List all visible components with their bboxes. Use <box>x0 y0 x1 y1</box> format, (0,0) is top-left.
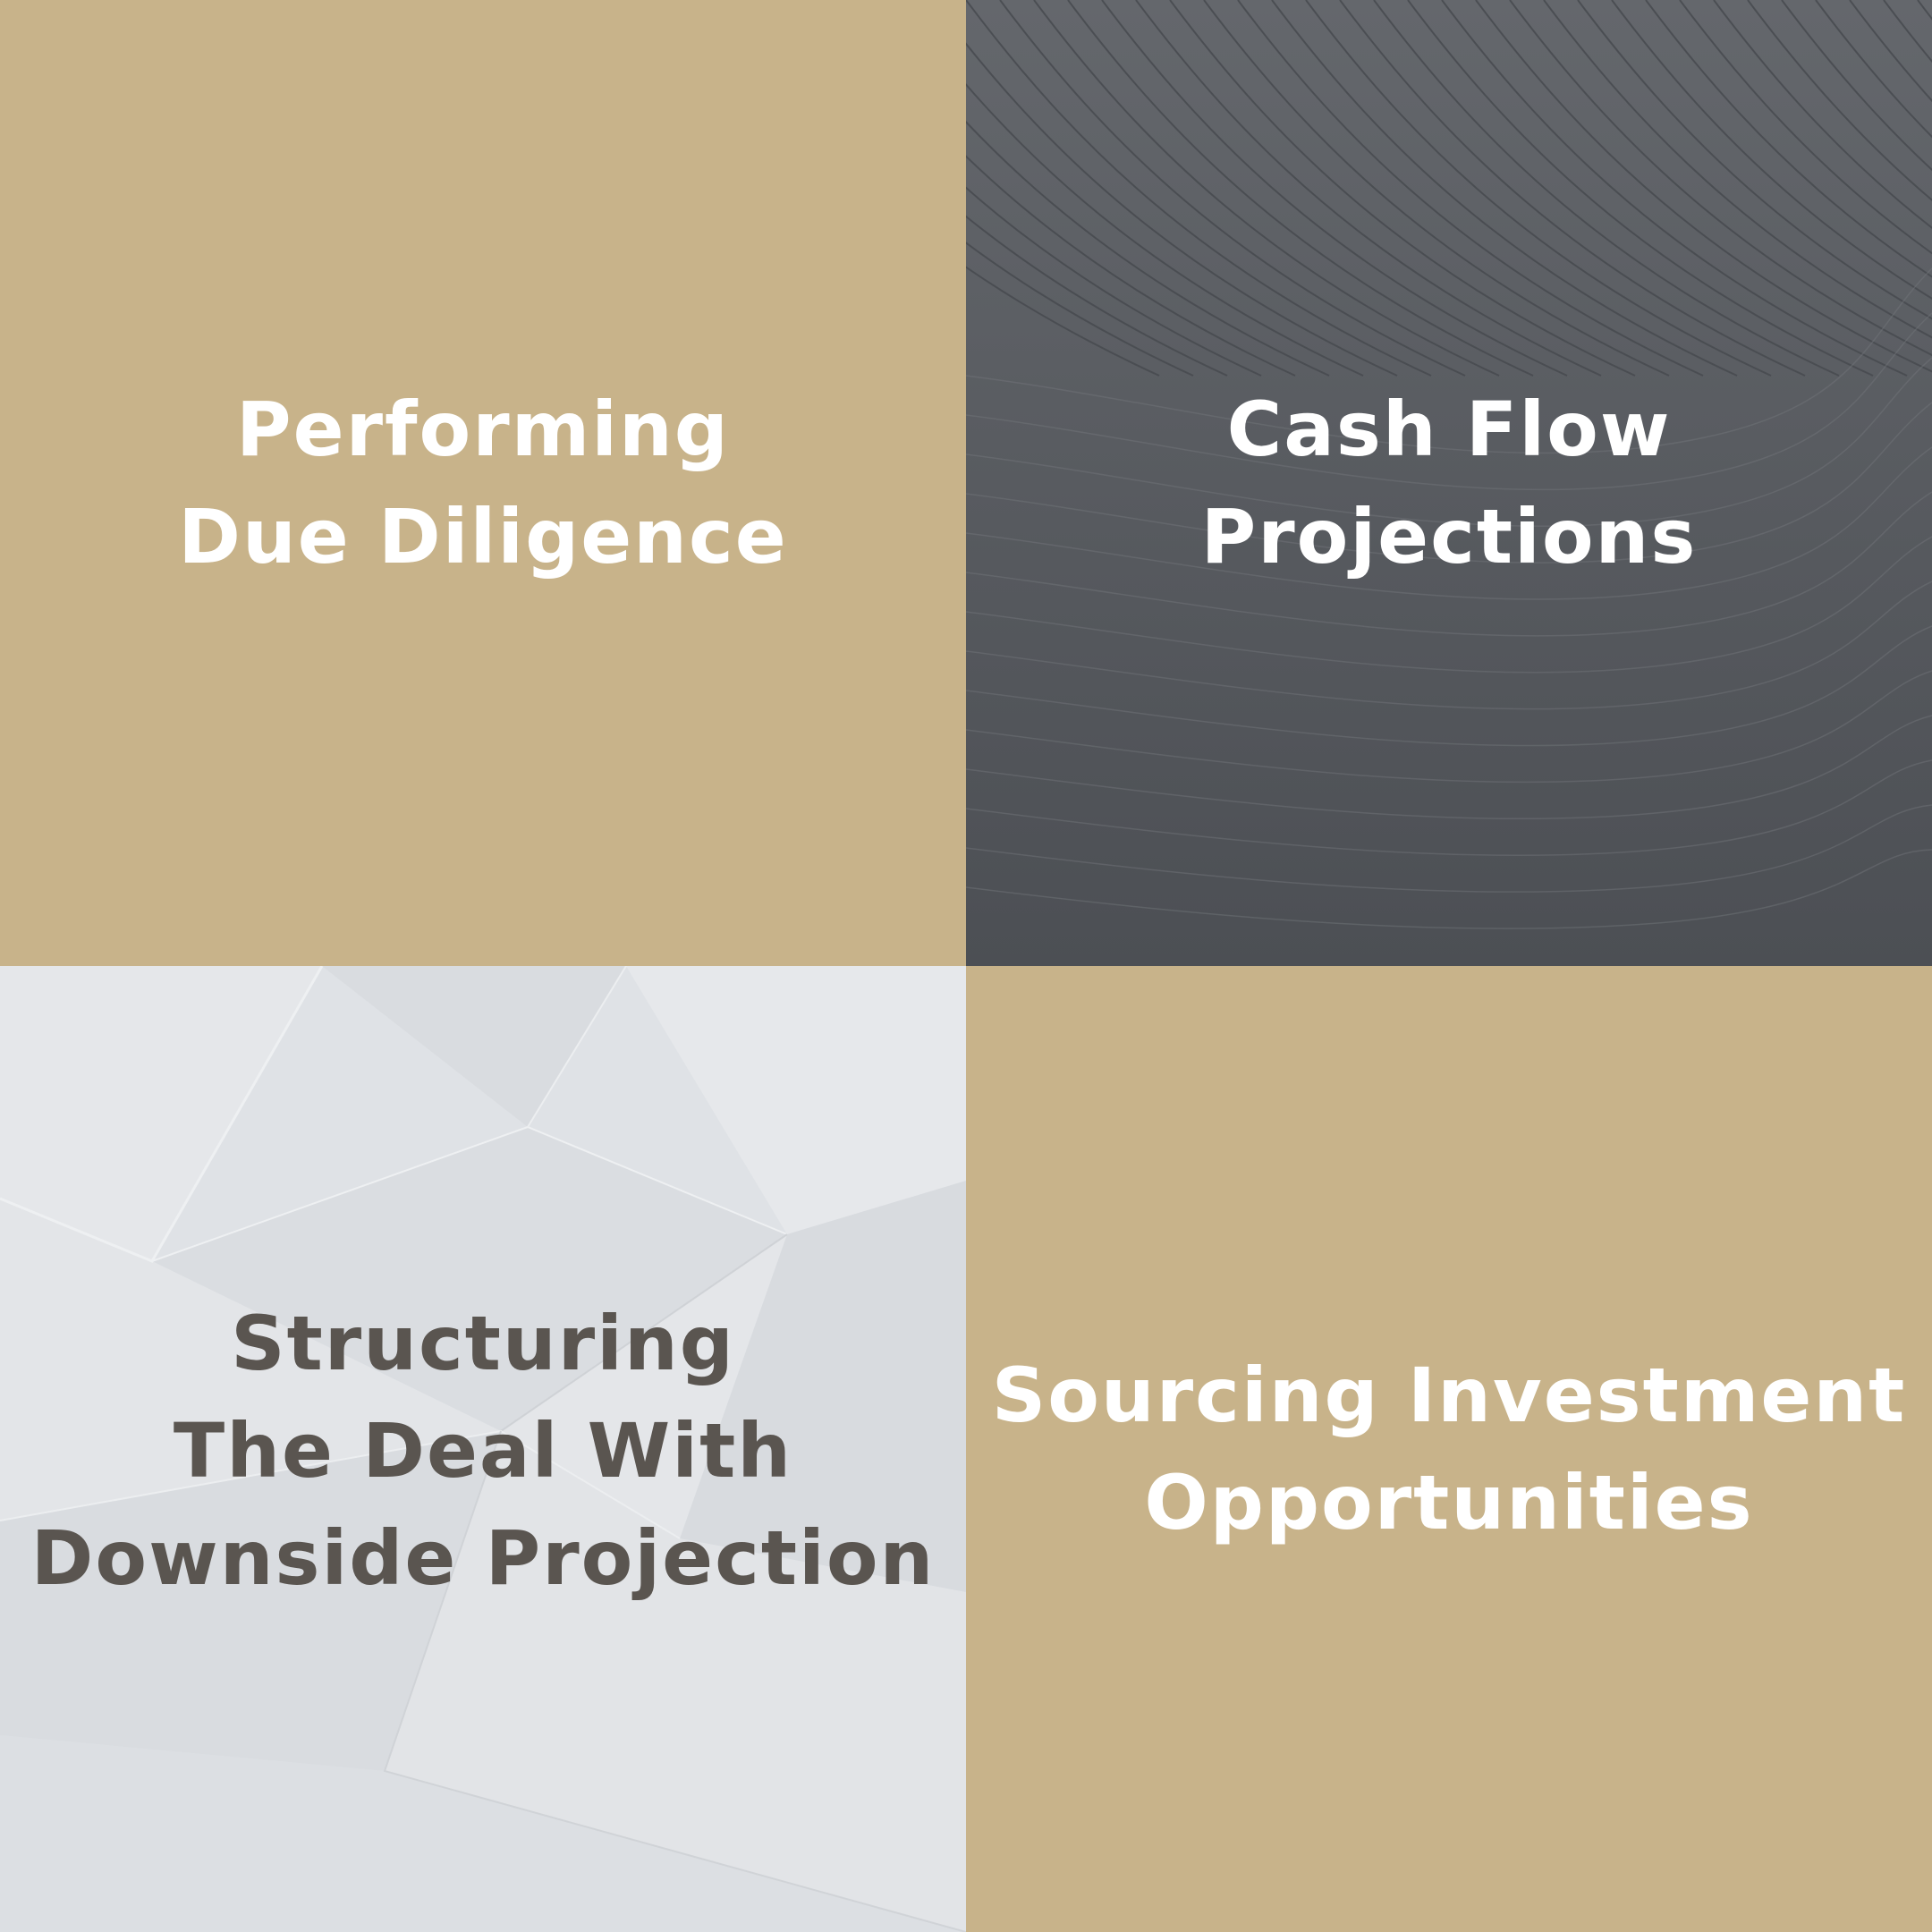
tile-title-line: Due Diligence <box>178 493 788 580</box>
tile-title-line: Performing <box>236 386 730 473</box>
tile-title-line: Downside Projection <box>30 1514 936 1602</box>
tile-structuring: Structuring The Deal With Downside Proje… <box>0 966 966 1932</box>
tile-due-diligence: Performing Due Diligence <box>0 0 966 966</box>
tile-title-line: The Deal With <box>173 1407 793 1495</box>
tile-grid: Performing Due Diligence Cash Flow Proje… <box>0 0 1932 1932</box>
tile-title-line: Opportunities <box>1144 1459 1754 1546</box>
tile-title: Structuring The Deal With Downside Proje… <box>0 1290 966 1612</box>
tile-title-line: Cash Flow <box>1226 386 1672 473</box>
tile-sourcing: Sourcing Investment Opportunities <box>966 966 1932 1932</box>
tile-title-line: Projections <box>1200 493 1698 580</box>
tile-title: Cash Flow Projections <box>966 376 1932 590</box>
tile-cash-flow: Cash Flow Projections <box>966 0 1932 966</box>
tile-title-line: Structuring <box>231 1300 735 1387</box>
tile-title: Sourcing Investment Opportunities <box>966 1342 1932 1556</box>
tile-title: Performing Due Diligence <box>0 376 966 590</box>
tile-title-line: Sourcing Investment <box>991 1352 1907 1439</box>
